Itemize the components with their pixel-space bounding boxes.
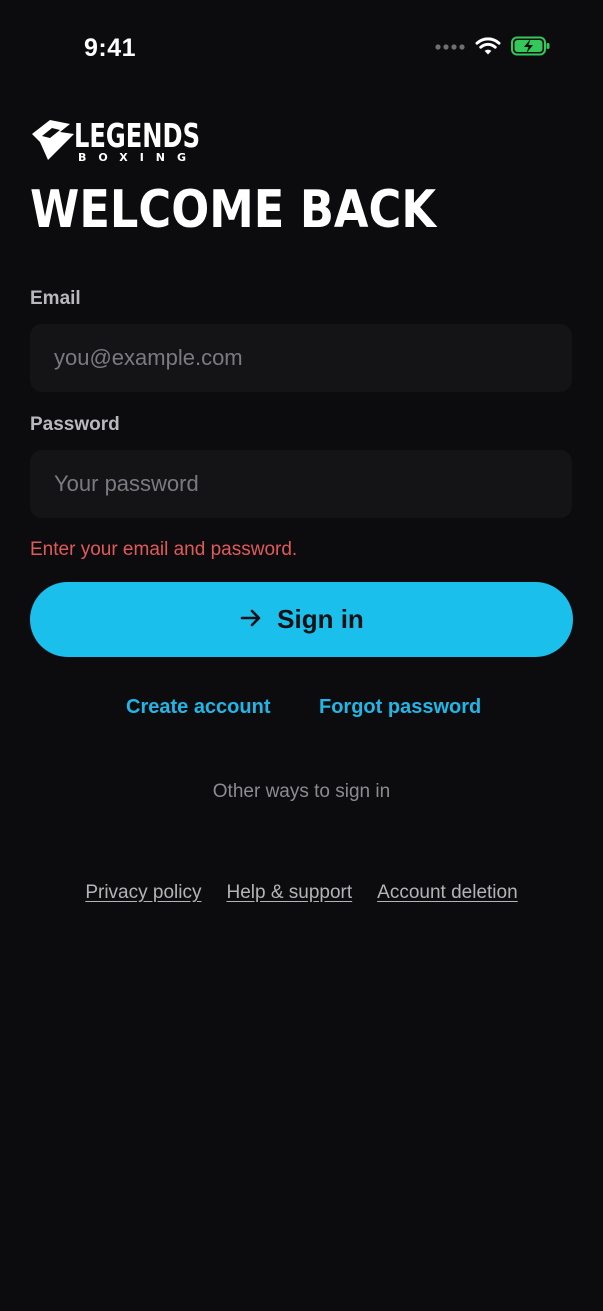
account-deletion-link[interactable]: Account deletion bbox=[377, 882, 518, 904]
sign-in-button[interactable]: Sign in bbox=[30, 582, 573, 657]
email-input[interactable] bbox=[30, 324, 572, 392]
arrow-right-icon bbox=[239, 606, 263, 633]
brand-logo: LEGENDS BOXING bbox=[30, 116, 202, 164]
wifi-icon bbox=[475, 36, 501, 56]
page-title: WELCOME BACK bbox=[30, 180, 437, 240]
help-support-link[interactable]: Help & support bbox=[226, 882, 352, 904]
password-input[interactable] bbox=[30, 450, 572, 518]
sign-in-label: Sign in bbox=[277, 604, 364, 634]
create-account-link[interactable]: Create account bbox=[126, 696, 271, 719]
other-ways-label: Other ways to sign in bbox=[212, 781, 391, 802]
logo-mark-icon bbox=[32, 120, 74, 160]
battery-charging-icon bbox=[511, 36, 551, 56]
password-label: Password bbox=[30, 414, 120, 435]
footer-links: Privacy policy Help & support Account de… bbox=[0, 882, 603, 904]
status-bar: 9:41 bbox=[0, 0, 603, 90]
email-label: Email bbox=[30, 288, 81, 309]
status-icons bbox=[435, 36, 551, 56]
logo-secondary-text: BOXING bbox=[78, 151, 196, 164]
forgot-password-link[interactable]: Forgot password bbox=[319, 696, 481, 719]
error-message: Enter your email and password. bbox=[30, 539, 298, 560]
privacy-policy-link[interactable]: Privacy policy bbox=[85, 882, 201, 904]
logo-primary-text: LEGENDS bbox=[74, 116, 200, 155]
signal-dots-icon bbox=[435, 42, 465, 50]
status-time: 9:41 bbox=[84, 34, 137, 62]
